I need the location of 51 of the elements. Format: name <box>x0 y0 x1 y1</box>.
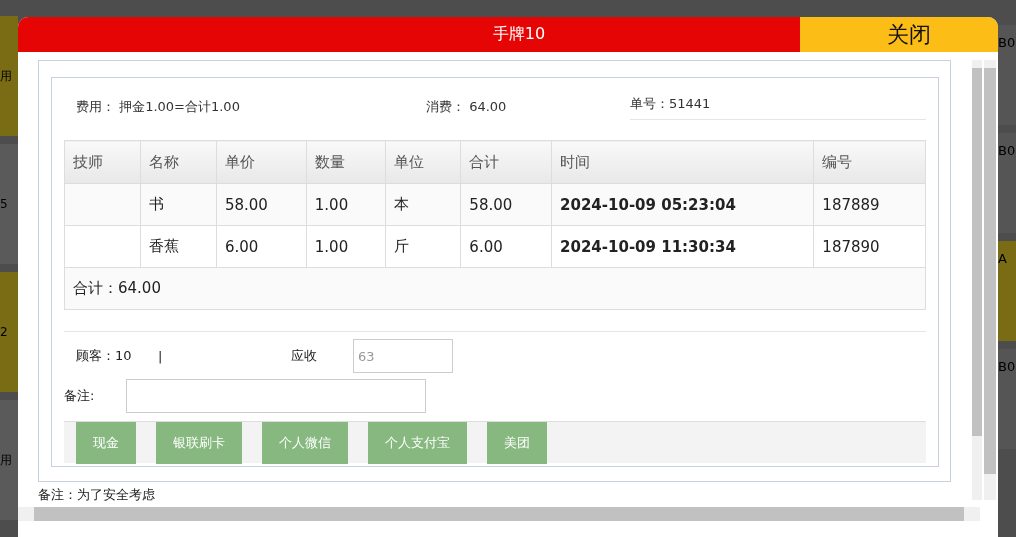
customer-text: 顾客：10 <box>76 347 133 365</box>
payment-button[interactable]: 个人支付宝 <box>368 422 467 464</box>
consumption-text: 消费： 64.00 <box>426 98 508 116</box>
card-text: 2 <box>0 325 8 339</box>
card-text: 用 <box>0 451 12 469</box>
card-title: B0 <box>998 143 1016 158</box>
horizontal-scrollbar[interactable] <box>18 507 980 521</box>
table-cell: 2024-10-09 05:23:04 <box>551 183 814 226</box>
table-cell: 香蕉 <box>140 225 217 268</box>
column-header: 数量 <box>306 140 386 184</box>
column-header: 名称 <box>140 140 217 184</box>
remark-label: 备注: <box>64 387 96 405</box>
table-cell: 58.00 <box>216 183 307 226</box>
remark-field[interactable] <box>126 379 426 413</box>
table-cell: 斤 <box>385 225 461 268</box>
column-header: 技师 <box>64 140 141 184</box>
order-number: 单号：51441 <box>630 94 926 120</box>
payment-button[interactable]: 现金 <box>76 422 136 464</box>
column-header: 合计 <box>460 140 552 184</box>
table-cell: 本 <box>385 183 461 226</box>
receivable-field[interactable]: 63 <box>353 339 453 373</box>
receivable-label: 应收 <box>291 347 318 365</box>
table-cell: 58.00 <box>460 183 552 226</box>
vertical-scrollbar[interactable] <box>972 60 982 500</box>
dialog-title: 手牌10 <box>18 17 800 52</box>
column-header: 时间 <box>551 140 814 184</box>
payment-button[interactable]: 银联刷卡 <box>156 422 242 464</box>
table-cell: 6.00 <box>460 225 552 268</box>
table-cell: 1.00 <box>306 225 386 268</box>
column-header: 单价 <box>216 140 307 184</box>
card-title: A <box>998 251 1008 266</box>
column-header: 单位 <box>385 140 461 184</box>
table-cell: 1.00 <box>306 183 386 226</box>
total-cell: 合计：64.00 <box>64 267 926 310</box>
card-title: B0 <box>998 35 1016 50</box>
payment-button[interactable]: 个人微信 <box>262 422 348 464</box>
card-text: 用 <box>0 67 12 85</box>
table-cell: 187890 <box>813 225 926 268</box>
close-button[interactable]: 关闭 <box>800 17 998 52</box>
footnote-text: 备注：为了安全考虑 <box>38 486 156 504</box>
table-cell: 2024-10-09 11:30:34 <box>551 225 814 268</box>
fee-text: 费用： 押金1.00=合计1.00 <box>76 98 241 116</box>
vertical-scrollbar[interactable] <box>984 60 996 500</box>
table-cell: 书 <box>140 183 217 226</box>
card-title: B0 <box>998 359 1016 374</box>
table-cell: 6.00 <box>216 225 307 268</box>
table-cell: 187889 <box>813 183 926 226</box>
separator-text: | <box>158 348 164 364</box>
card-text: 5 <box>0 197 8 211</box>
column-header: 编号 <box>813 140 926 184</box>
payment-button[interactable]: 美团 <box>487 422 547 464</box>
